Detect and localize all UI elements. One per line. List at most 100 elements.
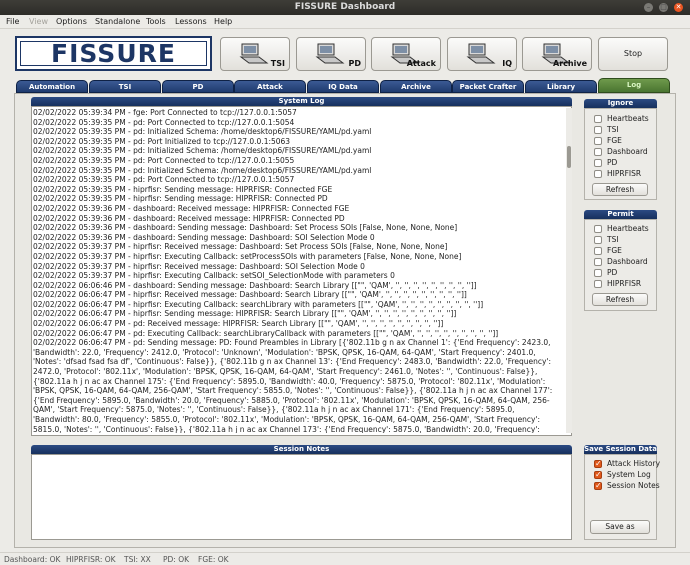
permit-checkbox-label: PD: [607, 268, 618, 277]
log-line: 02/02/2022 05:39:36 PM - dashboard: Send…: [33, 223, 458, 233]
window-titlebar: FISSURE Dashboard – □ ✕: [0, 0, 690, 15]
system-log-title: System Log: [31, 97, 572, 106]
checkbox-icon[interactable]: [594, 114, 602, 123]
ignore-checkbox[interactable]: HIPRFISR: [594, 169, 641, 178]
log-line: 02/02/2022 05:39:36 PM - dashboard: Send…: [33, 232, 375, 242]
log-line: 02/02/2022 05:39:35 PM - pd: Port Connec…: [33, 155, 295, 165]
ignore-checkbox-label: HIPRFISR: [607, 169, 642, 178]
checkbox-icon[interactable]: [594, 147, 602, 156]
log-line: 02/02/2022 06:06:46 PM - dashboard: Send…: [33, 280, 477, 290]
menu-tools[interactable]: Tools: [146, 17, 166, 26]
checkbox-icon[interactable]: [594, 246, 602, 255]
checkbox-icon[interactable]: [594, 481, 602, 490]
menu-options[interactable]: Options: [56, 17, 87, 26]
menu-lessons[interactable]: Lessons: [175, 17, 207, 26]
fissure-logo: FISSURE: [15, 36, 212, 71]
tab-iq-data[interactable]: IQ Data: [307, 80, 379, 93]
ignore-checkbox-label: Dashboard: [607, 147, 648, 156]
log-line: 02/02/2022 05:39:35 PM - pd: Port Connec…: [33, 117, 295, 127]
ignore-checkbox[interactable]: Heartbeats: [594, 114, 649, 123]
checkbox-icon[interactable]: [594, 235, 602, 244]
menu-view[interactable]: View: [29, 17, 48, 26]
checkbox-icon[interactable]: [594, 470, 602, 479]
pd-component-button[interactable]: PD: [296, 37, 366, 71]
tab-library[interactable]: Library: [525, 80, 597, 93]
pd-button-label: PD: [348, 59, 361, 68]
checkbox-icon[interactable]: [594, 224, 602, 233]
menu-standalone[interactable]: Standalone: [95, 17, 140, 26]
window-title: FISSURE Dashboard: [294, 2, 396, 12]
tsi-component-button[interactable]: TSI: [220, 37, 290, 71]
checkbox-icon[interactable]: [594, 268, 602, 277]
ignore-checkbox[interactable]: FGE: [594, 136, 622, 145]
logo-frame: FISSURE: [20, 39, 207, 68]
computer-icon: [239, 43, 269, 64]
log-line: 02/02/2022 05:39:37 PM - hiprfisr: Execu…: [33, 251, 462, 261]
checkbox-icon[interactable]: [594, 136, 602, 145]
log-line: 02/02/2022 05:39:35 PM - pd: Initialized…: [33, 146, 372, 156]
checkbox-icon[interactable]: [594, 158, 602, 167]
close-icon[interactable]: ✕: [674, 3, 683, 12]
archive-component-button[interactable]: Archive: [522, 37, 592, 71]
menu-file[interactable]: File: [6, 17, 19, 26]
system-log-text[interactable]: 02/02/2022 05:39:34 PM - fge: Port Conne…: [33, 108, 566, 433]
iq-component-button[interactable]: IQ: [447, 37, 517, 71]
permit-checkbox-label: TSI: [607, 235, 619, 244]
checkbox-icon[interactable]: [594, 459, 602, 468]
system-log-scrollbar[interactable]: [566, 108, 572, 433]
status-bar: Dashboard: OK HIPRFISR: OK TSI: XX PD: O…: [0, 552, 690, 565]
stop-button[interactable]: Stop: [598, 37, 668, 71]
tab-log[interactable]: Log: [598, 78, 670, 93]
computer-icon: [466, 43, 496, 64]
log-line: 02/02/2022 06:06:47 PM - hiprfisr: Sendi…: [33, 309, 457, 319]
ignore-checkbox[interactable]: TSI: [594, 125, 619, 134]
permit-checkbox[interactable]: Dashboard: [594, 257, 648, 266]
tab-attack[interactable]: Attack: [234, 80, 306, 93]
save-session-checkbox[interactable]: Attack History: [594, 459, 660, 468]
computer-icon: [315, 43, 345, 64]
tab-packet-crafter[interactable]: Packet Crafter: [452, 80, 524, 93]
log-line: 02/02/2022 05:39:34 PM - fge: Port Conne…: [33, 108, 297, 117]
ignore-checkbox[interactable]: PD: [594, 158, 617, 167]
permit-checkbox[interactable]: TSI: [594, 235, 619, 244]
save-session-checkbox[interactable]: Session Notes: [594, 481, 660, 490]
permit-checkbox[interactable]: FGE: [594, 246, 622, 255]
permit-checkbox[interactable]: PD: [594, 268, 617, 277]
maximize-icon[interactable]: □: [659, 3, 668, 12]
menu-help[interactable]: Help: [214, 17, 232, 26]
save-as-button[interactable]: Save as: [590, 520, 650, 534]
ignore-refresh-button[interactable]: Refresh: [592, 183, 648, 196]
log-line: 02/02/2022 05:39:35 PM - pd: Initialized…: [33, 165, 372, 175]
save-session-title: Save Session Data: [584, 445, 657, 454]
permit-refresh-button[interactable]: Refresh: [592, 293, 648, 306]
tab-tsi[interactable]: TSI: [89, 80, 161, 93]
session-notes-title: Session Notes: [31, 445, 572, 454]
attack-component-button[interactable]: Attack: [371, 37, 441, 71]
status-dashboard: Dashboard: OK: [4, 555, 61, 564]
save-session-checkbox-label: System Log: [607, 470, 651, 479]
menubar: File View Options Standalone Tools Lesso…: [0, 15, 690, 29]
checkbox-icon[interactable]: [594, 257, 602, 266]
minimize-icon[interactable]: –: [644, 3, 653, 12]
scrollbar-thumb[interactable]: [567, 146, 571, 168]
log-line: 02/02/2022 05:39:35 PM - hiprfisr: Sendi…: [33, 184, 333, 194]
tsi-button-label: TSI: [270, 59, 285, 68]
checkbox-icon[interactable]: [594, 279, 602, 288]
tab-archive[interactable]: Archive: [380, 80, 452, 93]
log-line: 02/02/2022 06:06:47 PM - hiprfisr: Execu…: [33, 299, 484, 309]
ignore-checkbox[interactable]: Dashboard: [594, 147, 648, 156]
tab-automation[interactable]: Automation: [16, 80, 88, 93]
save-session-checkbox[interactable]: System Log: [594, 470, 651, 479]
log-line: 02/02/2022 05:39:37 PM - hiprfisr: Recei…: [33, 261, 365, 271]
log-line: 02/02/2022 05:39:35 PM - pd: Port Connec…: [33, 175, 295, 185]
archive-button-label: Archive: [553, 59, 587, 68]
permit-checkbox[interactable]: HIPRFISR: [594, 279, 641, 288]
iq-button-label: IQ: [502, 59, 512, 68]
log-line: 02/02/2022 05:39:37 PM - hiprfisr: Execu…: [33, 271, 395, 281]
permit-checkbox[interactable]: Heartbeats: [594, 224, 649, 233]
checkbox-icon[interactable]: [594, 125, 602, 134]
session-notes-textarea[interactable]: [31, 454, 572, 540]
logo-text: FISSURE: [51, 39, 176, 68]
tab-pd[interactable]: PD: [162, 80, 234, 93]
checkbox-icon[interactable]: [594, 169, 602, 178]
